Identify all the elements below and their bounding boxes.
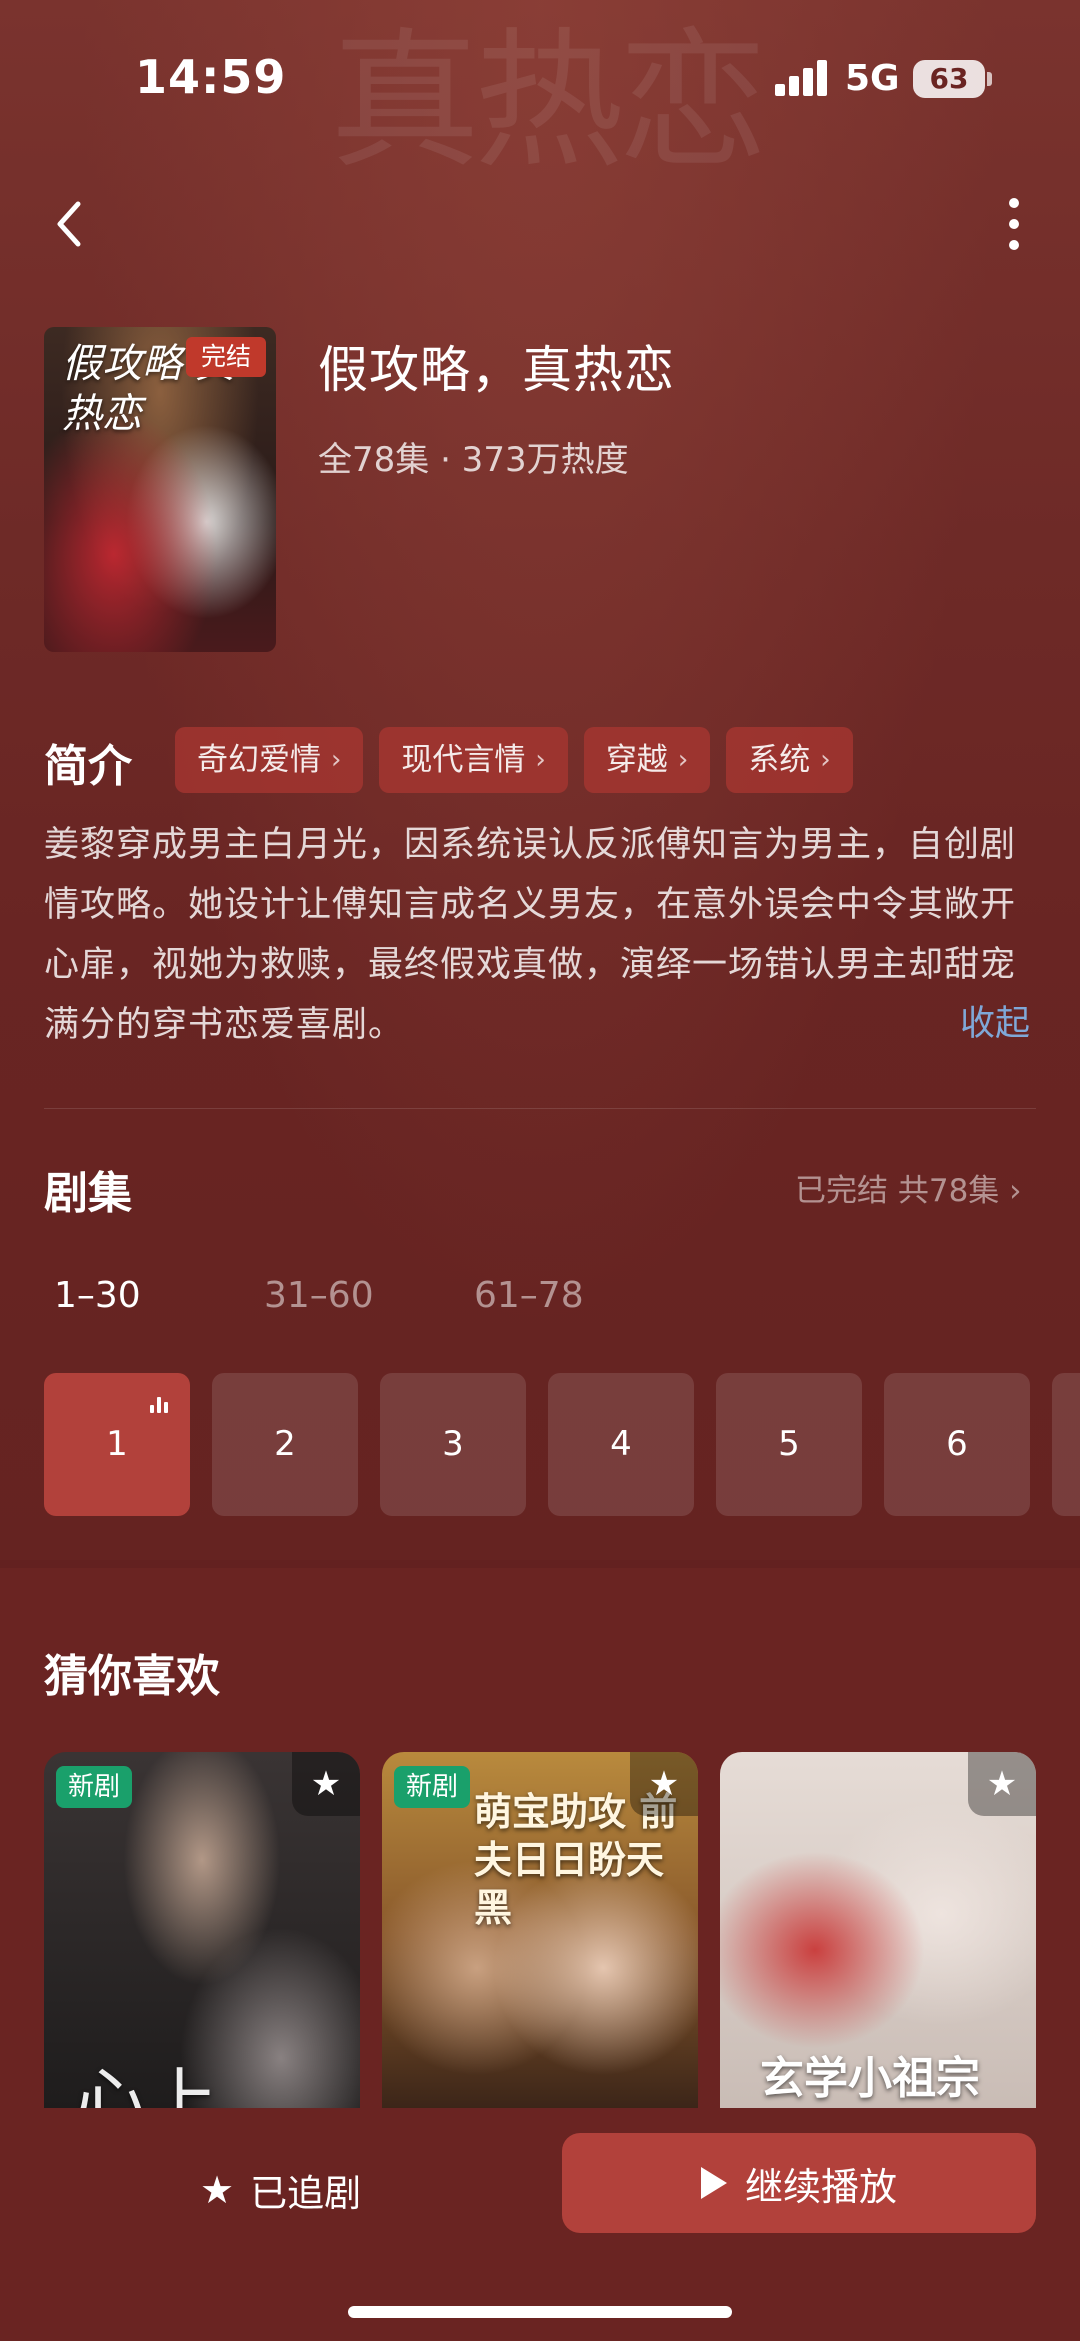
star-icon[interactable]: ★ (630, 1752, 698, 1816)
network-type: 5G (845, 58, 900, 99)
collapse-button[interactable]: 收起 (960, 995, 1030, 1046)
drama-description: 姜黎穿成男主白月光，因系统误认反派傅知言为男主，自创剧情攻略。她设计让傅知言成名… (44, 825, 1017, 1045)
status-bar: 14:59 5G 63 (0, 0, 1080, 150)
episode-button[interactable]: 5 (716, 1373, 862, 1516)
star-icon[interactable]: ★ (968, 1752, 1036, 1816)
episode-number: 6 (946, 1424, 968, 1464)
followed-label: 已追剧 (250, 2172, 362, 2215)
section-separator (0, 1560, 1080, 1568)
episodes-status-link[interactable]: 已完结 共78集 › (795, 1165, 1022, 1210)
status-time: 14:59 (135, 50, 287, 104)
tab-range-2[interactable]: 31–60 (264, 1275, 474, 1316)
battery-icon: 63 (913, 60, 985, 98)
completed-badge: 完结 (186, 337, 266, 377)
episode-number: 2 (274, 1424, 296, 1464)
drama-title: 假攻略，真热恋 (318, 341, 675, 399)
tab-range-3[interactable]: 61–78 (474, 1275, 684, 1316)
signal-icon (775, 60, 829, 96)
chevron-right-icon: › (1009, 1173, 1022, 1209)
tag-label: 穿越 (605, 742, 668, 778)
chevron-left-icon[interactable] (48, 192, 96, 256)
new-badge: 新剧 (394, 1766, 471, 1808)
episode-number: 4 (610, 1424, 632, 1464)
episode-button[interactable]: 2 (212, 1373, 358, 1516)
star-icon[interactable]: ★ (292, 1752, 360, 1816)
episode-button[interactable]: 4 (548, 1373, 694, 1516)
episode-number: 1 (106, 1424, 128, 1464)
episodes-label: 剧集 (44, 1168, 132, 1219)
recommend-card[interactable]: 心上 新剧 ★ (44, 1752, 360, 2112)
drama-meta: 全78集 · 373万热度 (318, 440, 629, 480)
home-indicator[interactable] (348, 2306, 732, 2318)
genre-tag[interactable]: 奇幻爱情 › (175, 727, 364, 793)
tag-label: 现代言情 (401, 742, 526, 778)
genre-tag[interactable]: 现代言情 › (379, 727, 568, 793)
battery-tip (987, 72, 992, 86)
drama-poster[interactable]: 假攻略 真热恋 完结 (44, 327, 276, 652)
playing-indicator-icon (150, 1397, 172, 1413)
card-poster-text: 玄学小祖宗 (760, 2053, 980, 2104)
tag-label: 奇幻爱情 (197, 742, 321, 778)
chevron-right-icon: › (331, 745, 342, 775)
episode-button-partial[interactable] (1052, 1373, 1080, 1516)
episode-button[interactable]: 1 (44, 1373, 190, 1516)
continue-play-button[interactable]: 继续播放 (562, 2133, 1036, 2233)
recommend-list: 心上 新剧 ★ 萌宝助攻 前夫日日盼天黑 新剧 ★ 玄学小祖宗 ★ (44, 1752, 1036, 2112)
chevron-right-icon: › (677, 745, 689, 775)
episode-range-tabs: 1–30 31–60 61–78 (54, 1275, 684, 1316)
play-label: 继续播放 (744, 2164, 897, 2209)
genre-tag[interactable]: 系统 › (726, 727, 853, 793)
episode-list: 1 2 3 4 5 6 (44, 1373, 1080, 1516)
genre-tags: 奇幻爱情 › 现代言情 › 穿越 › 系统 › (175, 727, 853, 793)
recommend-card[interactable]: 玄学小祖宗 ★ (720, 1752, 1036, 2112)
play-icon (700, 2167, 727, 2199)
genre-tag[interactable]: 穿越 › (583, 727, 711, 793)
star-icon: ★ (200, 2168, 235, 2212)
episodes-status: 已完结 共78集 (795, 1173, 1000, 1209)
new-badge: 新剧 (56, 1766, 133, 1808)
episode-number: 5 (778, 1424, 800, 1464)
followed-button[interactable]: ★ 已追剧 (200, 2160, 361, 2220)
intro-label: 简介 (44, 741, 132, 792)
divider (44, 1108, 1036, 1109)
episode-number: 3 (442, 1424, 464, 1464)
chevron-right-icon: › (535, 745, 546, 775)
recommend-label: 猜你喜欢 (44, 1651, 220, 1702)
tab-range-1[interactable]: 1–30 (54, 1275, 264, 1316)
chevron-right-icon: › (820, 745, 831, 775)
tag-label: 系统 (748, 742, 811, 778)
episode-button[interactable]: 3 (380, 1373, 526, 1516)
card-poster-text: 心上 (74, 2060, 219, 2112)
more-vertical-icon[interactable] (996, 192, 1032, 256)
recommend-card[interactable]: 萌宝助攻 前夫日日盼天黑 新剧 ★ (382, 1752, 698, 2112)
episode-button[interactable]: 6 (884, 1373, 1030, 1516)
